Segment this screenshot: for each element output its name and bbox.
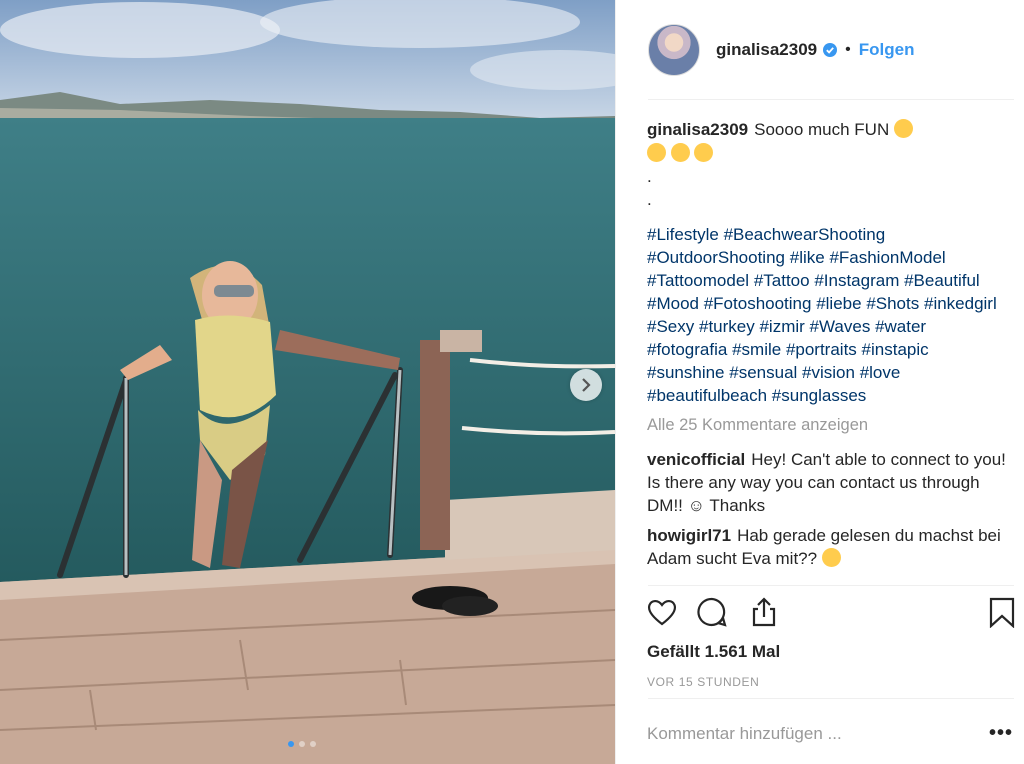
emoji-row [647,142,1007,165]
like-count[interactable]: Gefällt 1.561 Mal [647,642,780,662]
chevron-right-icon [582,378,591,392]
hashtag-link[interactable]: #Instagram [814,271,899,290]
comment: howigirl71 Hab gerade gelesen du machst b… [647,524,1007,570]
carousel-dot [299,741,305,747]
kiss-emoji-icon [647,143,666,162]
post-photo[interactable] [0,0,615,764]
hashtag-link[interactable]: #love [860,363,901,382]
comment: venicofficial Hey! Can't able to connect … [647,448,1007,517]
avatar[interactable] [648,24,700,76]
carousel-indicator [288,741,316,747]
heart-eyes-emoji-icon [893,119,913,138]
hashtag-link[interactable]: #BeachwearShooting [724,225,886,244]
hashtag-link[interactable]: #Sexy [647,317,694,336]
hashtag-link[interactable]: #OutdoorShooting [647,248,785,267]
load-more-comments[interactable]: Alle 25 Kommentare anzeigen [647,414,1007,437]
share-icon[interactable] [748,596,780,628]
hashtag-link[interactable]: #Shots [866,294,919,313]
verified-icon [823,43,838,57]
thinking-emoji-icon [821,548,841,567]
author-username[interactable]: ginalisa2309 [716,40,817,60]
hashtag-link[interactable]: #fotografia [647,340,727,359]
caption: ginalisa2309 Soooo much FUN . . #Lifestyl… [647,118,1007,407]
comment-username[interactable]: venicofficial [647,450,745,469]
carousel-dot [310,741,316,747]
caption-username[interactable]: ginalisa2309 [647,120,748,139]
divider [648,99,1014,100]
carousel-dot [288,741,294,747]
add-comment-input[interactable] [647,724,947,744]
follow-button[interactable]: Folgen [859,40,915,60]
hashtag-link[interactable]: #instapic [862,340,929,359]
hashtag-link[interactable]: #vision [802,363,855,382]
post-timestamp[interactable]: VOR 15 STUNDEN [647,675,759,689]
hashtag-link[interactable]: #portraits [786,340,857,359]
hashtag-link[interactable]: #water [875,317,926,336]
divider [648,698,1014,699]
caption-text: Soooo much FUN [754,120,890,139]
hashtag-link[interactable]: #like [790,248,825,267]
comment-username[interactable]: howigirl71 [647,526,731,545]
heart-icon[interactable] [646,596,678,628]
hashtag-link[interactable]: #sunglasses [772,386,867,405]
post-header: ginalisa2309 • Folgen [648,24,914,76]
hashtag-link[interactable]: #Tattoomodel [647,271,749,290]
divider [648,585,1014,586]
next-photo-button[interactable] [570,369,602,401]
hashtag-link[interactable]: #sunshine [647,363,725,382]
hashtag-link[interactable]: #sensual [729,363,797,382]
kiss-emoji-icon [670,143,690,162]
comment-icon[interactable] [696,596,728,628]
bookmark-icon[interactable] [988,596,1016,628]
action-bar [646,596,1016,632]
hashtag-link[interactable]: #Beautiful [904,271,980,290]
hashtag-link[interactable]: #inkedgirl [924,294,997,313]
hashtag-link[interactable]: #FashionModel [829,248,945,267]
hashtag-link[interactable]: #Lifestyle [647,225,719,244]
separator: • [845,41,851,58]
hashtag-link[interactable]: #Waves [810,317,871,336]
hashtag-link[interactable]: #Fotoshooting [704,294,812,313]
kiss-emoji-icon [694,143,714,162]
hashtag-link[interactable]: #izmir [759,317,804,336]
hashtag-link[interactable]: #Mood [647,294,699,313]
caption-dot: . [647,167,652,186]
post-panel: ginalisa2309 • Folgen ginalisa2309 Soooo … [615,0,1024,764]
caption-dot: . [647,190,652,209]
hashtag-link[interactable]: #beautifulbeach [647,386,767,405]
hashtag-link[interactable]: #liebe [816,294,861,313]
hashtag-link[interactable]: #smile [732,340,781,359]
photo-scene [0,0,615,764]
hashtag-link[interactable]: #turkey [699,317,755,336]
more-options-button[interactable]: ••• [989,722,1013,745]
hashtag-link[interactable]: #Tattoo [754,271,810,290]
comments-list: ginalisa2309 Soooo much FUN . . #Lifestyl… [647,118,1007,570]
hashtag-list: #Lifestyle #BeachwearShooting #OutdoorSh… [647,223,1007,407]
